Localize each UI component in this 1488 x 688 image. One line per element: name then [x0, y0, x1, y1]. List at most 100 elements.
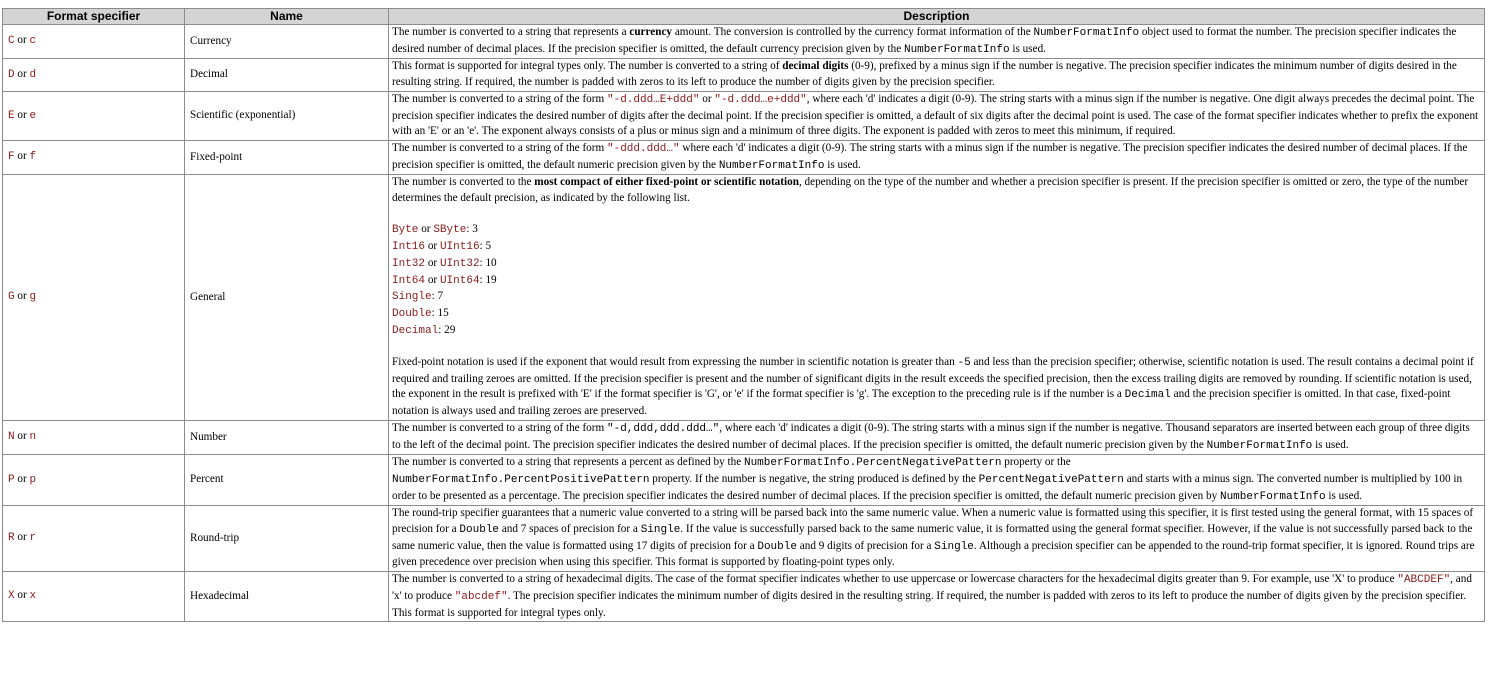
table-row: C or c Currency The number is converted … — [2, 23, 1485, 60]
specifier-lower: g — [29, 291, 37, 304]
description-cell: The number is converted to a string of t… — [388, 419, 1485, 456]
specifier-cell: E or e — [2, 90, 185, 141]
specifier-cell: P or p — [2, 454, 185, 507]
list-or: or — [425, 273, 440, 286]
specifier-cell: X or x — [2, 571, 185, 623]
description-cell: The number is converted to a string of h… — [388, 571, 1485, 623]
specifier-or: or — [17, 108, 27, 121]
specifier-upper: F — [8, 151, 15, 164]
desc-code: Double — [757, 540, 797, 553]
desc-code: "-ddd.ddd…" — [607, 142, 680, 155]
type-code: SByte — [433, 224, 467, 237]
desc-code: Double — [459, 524, 500, 537]
desc-text: The number is converted to a string of h… — [392, 573, 1398, 586]
type-code: Int64 — [392, 274, 426, 287]
desc-code: NumberFormatInfo — [718, 159, 825, 172]
specifier-lower: n — [29, 431, 37, 444]
desc-code: Single — [934, 540, 974, 553]
type-code: UInt16 — [439, 241, 480, 254]
desc-text: is used. — [824, 158, 861, 171]
table-row: D or d Decimal This format is supported … — [2, 58, 1485, 92]
specifier-cell: F or f — [2, 139, 185, 176]
specifier-upper: E — [8, 109, 15, 122]
format-specifier-table-container: Format specifier Name Description C or c… — [2, 8, 1485, 623]
list-item: Int64 or UInt64: 19 — [392, 273, 1480, 290]
desc-text: The number is converted to a string of t… — [392, 92, 607, 105]
list-item: Int16 or UInt16: 5 — [392, 239, 1480, 256]
desc-text: and 7 spaces of precision for a — [499, 523, 641, 536]
specifier-upper: X — [8, 590, 15, 603]
list-value: : 3 — [466, 223, 478, 236]
desc-code: NumberFormatInfo — [1206, 439, 1313, 452]
desc-text: and 9 digits of precision for a — [796, 539, 935, 552]
list-item: Decimal: 29 — [392, 323, 1480, 340]
desc-text: or — [699, 92, 715, 105]
list-value: : 10 — [479, 256, 497, 269]
desc-text: property or the — [1001, 456, 1071, 469]
name-cell: Decimal — [184, 58, 389, 92]
general-notes: Fixed-point notation is used if the expo… — [392, 355, 1480, 420]
desc-bold: most compact of either fixed-point or sc… — [534, 176, 799, 189]
list-value: : 5 — [479, 240, 492, 253]
desc-code: "-d.ddd…e+ddd" — [714, 93, 807, 106]
desc-text: is used. — [1009, 42, 1046, 55]
desc-code: "-d.ddd…E+ddd" — [607, 93, 700, 106]
description-cell: The number is converted to a string that… — [388, 23, 1485, 60]
specifier-lower: c — [29, 35, 37, 48]
format-specifier-table: Format specifier Name Description C or c… — [2, 8, 1485, 623]
specifier-upper: G — [8, 291, 15, 304]
header-format-specifier: Format specifier — [2, 8, 185, 25]
description-cell: The number is converted to the most comp… — [388, 174, 1485, 421]
specifier-lower: x — [29, 590, 37, 603]
desc-code: NumberFormatInfo.PercentPositivePattern — [392, 473, 650, 486]
type-code: UInt32 — [439, 257, 480, 270]
type-code: UInt64 — [439, 274, 480, 287]
specifier-cell: D or d — [2, 58, 185, 92]
type-code: Single — [392, 291, 432, 304]
type-code: Byte — [392, 224, 419, 237]
specifier-upper: D — [8, 68, 15, 81]
list-or: or — [425, 240, 440, 253]
desc-code: NumberFormatInfo.PercentNegativePattern — [743, 457, 1002, 470]
name-cell: Hexadecimal — [184, 571, 389, 623]
desc-text: The number is converted to a string of t… — [392, 421, 607, 434]
header-name: Name — [184, 8, 389, 25]
general-intro: The number is converted to the most comp… — [392, 175, 1480, 206]
specifier-cell: C or c — [2, 23, 185, 60]
type-code: Int16 — [392, 241, 426, 254]
specifier-or: or — [17, 430, 27, 443]
specifier-lower: r — [29, 532, 37, 545]
specifier-or: or — [17, 34, 27, 47]
desc-text: . The precision specifier indicates the … — [392, 589, 1467, 619]
desc-text: The number is converted to a string of t… — [392, 141, 607, 154]
name-cell: Percent — [184, 454, 389, 507]
desc-text: is used. — [1312, 438, 1349, 451]
list-value: : 19 — [479, 273, 497, 286]
description-cell: The number is converted to a string that… — [388, 454, 1485, 507]
list-value: : 15 — [431, 306, 449, 319]
list-value: : 7 — [431, 290, 444, 303]
list-value: : 29 — [438, 323, 456, 336]
desc-text: This format is supported for integral ty… — [392, 60, 783, 73]
name-cell: Round-trip — [184, 505, 389, 573]
type-code: Int32 — [392, 257, 426, 270]
desc-code: -5 — [957, 357, 971, 370]
specifier-or: or — [17, 150, 27, 163]
desc-code: NumberFormatInfo — [1033, 27, 1140, 39]
specifier-cell: R or r — [2, 505, 185, 573]
name-cell: Currency — [184, 23, 389, 60]
description-cell: The number is converted to a string of t… — [388, 90, 1485, 141]
list-item: Byte or SByte: 3 — [392, 222, 1480, 239]
list-item: Double: 15 — [392, 306, 1480, 323]
description-cell: The round-trip specifier guarantees that… — [388, 505, 1485, 573]
specifier-or: or — [17, 472, 27, 485]
name-cell: Scientific (exponential) — [184, 90, 389, 141]
specifier-or: or — [17, 67, 27, 80]
table-row: E or e Scientific (exponential) The numb… — [2, 90, 1485, 141]
desc-text: amount. The conversion is controlled by … — [672, 26, 1034, 38]
list-or: or — [425, 256, 440, 269]
desc-code: PercentNegativePattern — [978, 473, 1124, 486]
desc-bold: decimal digits — [782, 60, 849, 73]
specifier-lower: f — [29, 151, 37, 164]
specifier-upper: N — [8, 431, 15, 444]
